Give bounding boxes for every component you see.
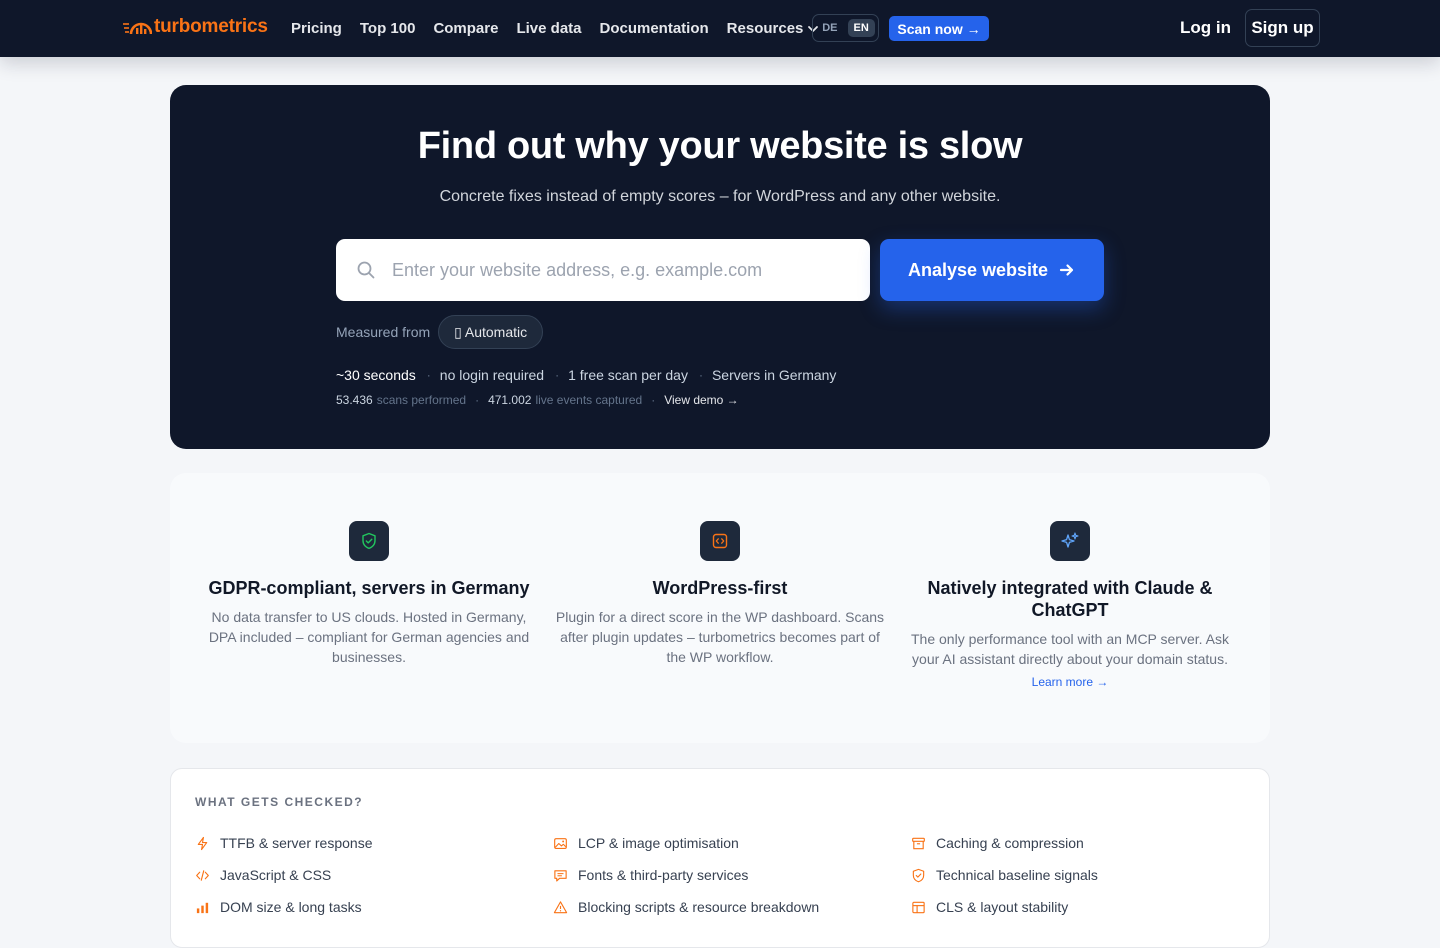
archive-icon bbox=[912, 837, 925, 849]
fact-separator: · bbox=[555, 368, 560, 382]
layout-icon bbox=[912, 901, 925, 913]
sparkles-icon bbox=[1061, 532, 1079, 548]
scans-count: 53.436 bbox=[336, 393, 373, 407]
hero-section: Find out why your website is slow Concre… bbox=[170, 85, 1270, 449]
features-section: GDPR-compliant, servers in Germany No da… bbox=[170, 473, 1270, 743]
arrow-right-icon bbox=[1059, 264, 1074, 276]
nav-compare[interactable]: Compare bbox=[433, 20, 498, 37]
check-item: Fonts & third-party services bbox=[553, 859, 819, 891]
stats-separator: · bbox=[651, 393, 656, 407]
location-select[interactable]: ▯ Automatic bbox=[438, 315, 544, 349]
view-demo-link[interactable]: View demo → bbox=[664, 393, 738, 407]
main-menu: Pricing Top 100 Compare Live data Docume… bbox=[291, 0, 819, 57]
feature-gdpr: GDPR-compliant, servers in Germany No da… bbox=[204, 521, 534, 667]
check-item: Blocking scripts & resource breakdown bbox=[553, 891, 819, 923]
check-label: DOM size & long tasks bbox=[220, 899, 362, 915]
check-label: JavaScript & CSS bbox=[220, 867, 332, 883]
hero-subtitle: Concrete fixes instead of empty scores –… bbox=[439, 188, 1001, 205]
check-item: Technical baseline signals bbox=[911, 859, 1098, 891]
check-label: TTFB & server response bbox=[220, 835, 373, 851]
feature-icon-box bbox=[700, 521, 740, 561]
nav-documentation[interactable]: Documentation bbox=[600, 20, 709, 37]
events-label: live events captured bbox=[535, 393, 643, 407]
checks-column: Caching & compression Technical baseline… bbox=[911, 827, 1098, 923]
bolt-icon bbox=[197, 836, 208, 850]
lang-de[interactable]: DE bbox=[816, 19, 843, 37]
fact-no-login: no login required bbox=[439, 367, 545, 383]
hero-facts: ~30 seconds · no login required · 1 free… bbox=[336, 367, 836, 383]
nav-live-data[interactable]: Live data bbox=[516, 20, 581, 37]
feature-title: GDPR-compliant, servers in Germany bbox=[208, 578, 530, 598]
checks-column: TTFB & server response JavaScript & CSS … bbox=[195, 827, 373, 923]
feature-title: WordPress-first bbox=[652, 578, 788, 598]
nav-pricing[interactable]: Pricing bbox=[291, 20, 342, 37]
check-item: Caching & compression bbox=[911, 827, 1098, 859]
learn-more-link[interactable]: Learn more → bbox=[1032, 675, 1109, 689]
location-value: Automatic bbox=[464, 324, 528, 340]
measurement-location: Measured from ▯ Automatic bbox=[336, 315, 544, 349]
signup-button[interactable]: Sign up bbox=[1245, 9, 1320, 47]
feature-title: Natively integrated with Claude & ChatGP… bbox=[927, 578, 1213, 620]
feature-text: No data transfer to US clouds. Hosted in… bbox=[208, 609, 530, 665]
fact-servers: Servers in Germany bbox=[711, 367, 837, 383]
fact-separator: · bbox=[426, 368, 431, 382]
check-item: JavaScript & CSS bbox=[195, 859, 373, 891]
nav-resources[interactable]: Resources bbox=[727, 20, 820, 37]
search-icon bbox=[357, 261, 375, 279]
check-label: Fonts & third-party services bbox=[578, 867, 749, 883]
check-label: Caching & compression bbox=[936, 835, 1084, 851]
events-count: 471.002 bbox=[488, 393, 532, 407]
location-flag-icon: ▯ bbox=[454, 323, 462, 340]
chat-icon bbox=[554, 869, 567, 881]
bar-chart-icon bbox=[196, 902, 209, 913]
check-label: LCP & image optimisation bbox=[578, 835, 739, 851]
feature-icon-box bbox=[1050, 521, 1090, 561]
nav-resources-label: Resources bbox=[726, 20, 804, 37]
shield-icon bbox=[912, 868, 925, 882]
hero-title: Find out why your website is slow bbox=[417, 125, 1023, 167]
check-item: DOM size & long tasks bbox=[195, 891, 373, 923]
feature-wordpress: WordPress-first Plugin for a direct scor… bbox=[555, 521, 885, 667]
feature-text: Plugin for a direct score in the WP dash… bbox=[555, 609, 885, 665]
image-icon bbox=[554, 837, 567, 849]
analyse-website-button[interactable]: Analyse website bbox=[880, 239, 1104, 301]
speedometer-icon bbox=[123, 22, 152, 35]
checks-heading: WHAT GETS CHECKED? bbox=[195, 795, 364, 809]
login-link[interactable]: Log in bbox=[1180, 18, 1231, 38]
stats-separator: · bbox=[475, 393, 480, 407]
checks-column: LCP & image optimisation Fonts & third-p… bbox=[553, 827, 819, 923]
fact-free-scan: 1 free scan per day bbox=[568, 367, 688, 383]
code-icon bbox=[196, 869, 209, 881]
shield-check-icon bbox=[362, 532, 376, 550]
check-item: CLS & layout stability bbox=[911, 891, 1098, 923]
website-url-input[interactable] bbox=[392, 239, 852, 301]
nav-top-100[interactable]: Top 100 bbox=[360, 20, 416, 37]
check-item: TTFB & server response bbox=[195, 827, 373, 859]
scan-now-button[interactable]: Scan now → bbox=[889, 16, 989, 41]
check-label: Blocking scripts & resource breakdown bbox=[578, 899, 820, 915]
top-navigation: turbometrics Pricing Top 100 Compare Liv… bbox=[0, 0, 1440, 57]
feature-icon-box bbox=[349, 521, 389, 561]
feature-text: The only performance tool with an MCP se… bbox=[911, 631, 1229, 667]
fact-separator: · bbox=[698, 368, 703, 382]
hero-stats: 53.436 scans performed · 471.002 live ev… bbox=[336, 393, 739, 407]
code-icon bbox=[712, 533, 728, 549]
checks-section: WHAT GETS CHECKED? TTFB & server respons… bbox=[170, 768, 1270, 948]
warning-icon bbox=[553, 900, 568, 913]
language-switcher: DE EN bbox=[812, 14, 879, 42]
check-label: Technical baseline signals bbox=[936, 867, 1098, 883]
fact-duration: ~30 seconds bbox=[336, 367, 416, 383]
check-item: LCP & image optimisation bbox=[553, 827, 819, 859]
check-label: CLS & layout stability bbox=[936, 899, 1069, 915]
lang-en[interactable]: EN bbox=[847, 19, 875, 37]
brand-logo[interactable]: turbometrics bbox=[122, 16, 268, 38]
scans-label: scans performed bbox=[376, 393, 467, 407]
feature-ai-integration: Natively integrated with Claude & ChatGP… bbox=[905, 521, 1235, 691]
url-search-box bbox=[336, 239, 870, 301]
brand-name: turbometrics bbox=[154, 16, 268, 37]
analyse-button-label: Analyse website bbox=[907, 259, 1049, 280]
measured-from-label: Measured from bbox=[336, 324, 431, 340]
